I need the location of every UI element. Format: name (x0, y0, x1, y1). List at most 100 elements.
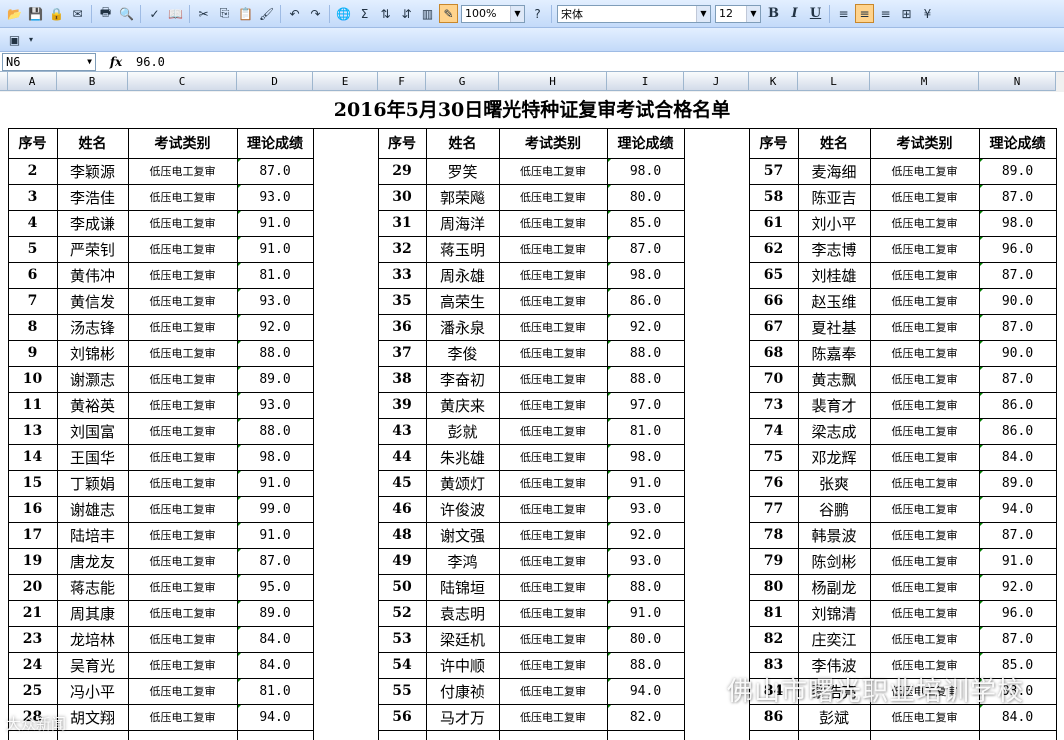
name-cell[interactable]: 谢灏志 (57, 366, 128, 392)
category-cell[interactable]: 低压电工复审 (128, 652, 237, 678)
column-header-f[interactable]: F (378, 72, 426, 91)
seq-cell[interactable]: 78 (749, 522, 798, 548)
score-cell[interactable]: 89.0 (979, 158, 1056, 184)
name-cell[interactable]: 李志博 (798, 236, 870, 262)
seq-cell[interactable]: 37 (378, 340, 426, 366)
seq-cell[interactable]: 62 (749, 236, 798, 262)
score-cell[interactable]: 88.0 (237, 340, 313, 366)
seq-cell[interactable]: 3 (8, 184, 57, 210)
category-cell[interactable]: 低压电工复审 (499, 444, 607, 470)
name-cell[interactable]: 赵玉维 (798, 288, 870, 314)
category-cell[interactable]: 低压电工复审 (128, 470, 237, 496)
seq-cell[interactable]: 46 (378, 496, 426, 522)
name-cell[interactable]: 高荣生 (426, 288, 499, 314)
name-cell[interactable]: 张爽 (798, 470, 870, 496)
category-cell[interactable]: 低压电工复审 (128, 184, 237, 210)
name-cell[interactable]: 黄颂灯 (426, 470, 499, 496)
header-cell[interactable]: 考试类别 (870, 128, 979, 158)
addin-icon[interactable]: ▣ (5, 30, 24, 49)
category-cell[interactable]: 低压电工复审 (128, 210, 237, 236)
name-cell[interactable]: 韩景波 (798, 522, 870, 548)
category-cell[interactable]: 低压电工复审 (870, 288, 979, 314)
score-cell[interactable]: 80.0 (607, 626, 684, 652)
print-icon[interactable]: 🖶 (96, 4, 115, 23)
category-cell[interactable]: 低压电工复审 (870, 522, 979, 548)
score-cell[interactable]: 91.0 (237, 470, 313, 496)
permission-icon[interactable]: 🔒 (47, 4, 66, 23)
seq-cell[interactable]: 58 (749, 184, 798, 210)
name-cell[interactable]: 裴育才 (798, 392, 870, 418)
name-cell[interactable]: 胡文翔 (57, 704, 128, 730)
category-cell[interactable]: 低压电工复审 (128, 522, 237, 548)
name-cell[interactable]: 刘小平 (798, 210, 870, 236)
seq-cell[interactable]: 7 (8, 288, 57, 314)
name-cell[interactable]: 麦海细 (798, 158, 870, 184)
category-cell[interactable]: 低压电工复审 (128, 392, 237, 418)
score-cell[interactable]: 91.0 (607, 600, 684, 626)
name-cell[interactable]: 李俊 (426, 340, 499, 366)
save-icon[interactable]: 💾 (26, 4, 45, 23)
category-cell[interactable]: 低压电工复审 (128, 340, 237, 366)
seq-cell[interactable]: 43 (378, 418, 426, 444)
zoom-select[interactable]: 100% ▼ (461, 4, 525, 23)
select-all-corner[interactable] (0, 72, 8, 91)
category-cell[interactable]: 低压电工复审 (499, 288, 607, 314)
category-cell[interactable]: 低压电工复审 (499, 678, 607, 704)
score-cell[interactable]: 88.0 (607, 574, 684, 600)
category-cell[interactable]: 低压电工复审 (870, 600, 979, 626)
header-cell[interactable]: 姓名 (426, 128, 499, 158)
chevron-down-icon[interactable]: ▼ (746, 5, 760, 22)
print-preview-icon[interactable]: 🔍 (117, 4, 136, 23)
column-header-g[interactable]: G (426, 72, 499, 91)
category-cell[interactable]: 低压电工复审 (870, 236, 979, 262)
name-cell[interactable]: 陆锦垣 (426, 574, 499, 600)
score-cell[interactable]: 92.0 (979, 574, 1056, 600)
toolbar-options-icon[interactable]: ▾ (26, 30, 36, 49)
name-cell[interactable]: 梁志成 (798, 418, 870, 444)
category-cell[interactable]: 低压电工复审 (128, 236, 237, 262)
header-cell[interactable]: 序号 (749, 128, 798, 158)
name-cell[interactable]: 潘永泉 (426, 314, 499, 340)
category-cell[interactable]: 低压电工复审 (128, 366, 237, 392)
column-header-n[interactable]: N (979, 72, 1056, 91)
column-header-m[interactable]: M (870, 72, 979, 91)
spelling-icon[interactable]: ✓ (145, 4, 164, 23)
category-cell[interactable]: 低压电工复审 (499, 522, 607, 548)
category-cell[interactable]: 低压电工复审 (870, 548, 979, 574)
header-cell[interactable]: 姓名 (798, 128, 870, 158)
category-cell[interactable]: 低压电工复审 (499, 392, 607, 418)
name-cell[interactable]: 梁廷机 (426, 626, 499, 652)
seq-cell[interactable]: 82 (749, 626, 798, 652)
score-cell[interactable]: 81.0 (237, 262, 313, 288)
seq-cell[interactable]: 44 (378, 444, 426, 470)
score-cell[interactable]: 87.0 (979, 314, 1056, 340)
score-cell[interactable]: 81.0 (607, 418, 684, 444)
category-cell[interactable]: 低压电工复审 (499, 574, 607, 600)
score-cell[interactable]: 93.0 (237, 288, 313, 314)
score-cell[interactable]: 86.0 (607, 288, 684, 314)
seq-cell[interactable]: 5 (8, 236, 57, 262)
seq-cell[interactable]: 52 (378, 600, 426, 626)
seq-cell[interactable]: 36 (378, 314, 426, 340)
seq-cell[interactable]: 8 (8, 314, 57, 340)
name-cell[interactable]: 周其康 (57, 600, 128, 626)
name-cell[interactable]: 蒋玉明 (426, 236, 499, 262)
seq-cell[interactable]: 19 (8, 548, 57, 574)
score-cell[interactable]: 94.0 (979, 496, 1056, 522)
seq-cell[interactable]: 14 (8, 444, 57, 470)
score-cell[interactable]: 90.0 (979, 288, 1056, 314)
score-cell[interactable]: 89.0 (237, 600, 313, 626)
italic-button[interactable]: I (785, 4, 804, 23)
score-cell[interactable]: 87.0 (979, 366, 1056, 392)
worksheet[interactable]: 2016年5月30日曙光特种证复审考试合格名单 序号 姓名 考试类别 理论成绩 2 李颖源… (0, 92, 1064, 740)
category-cell[interactable]: 低压电工复审 (499, 600, 607, 626)
category-cell[interactable]: 低压电工复审 (499, 314, 607, 340)
name-cell[interactable]: 谢雄志 (57, 496, 128, 522)
score-cell[interactable]: 94.0 (237, 704, 313, 730)
score-cell[interactable]: 81.0 (237, 678, 313, 704)
score-cell[interactable]: 93.0 (607, 496, 684, 522)
header-cell[interactable]: 理论成绩 (979, 128, 1056, 158)
score-cell[interactable]: 98.0 (237, 444, 313, 470)
header-cell[interactable]: 理论成绩 (607, 128, 684, 158)
category-cell[interactable]: 低压电工复审 (870, 444, 979, 470)
